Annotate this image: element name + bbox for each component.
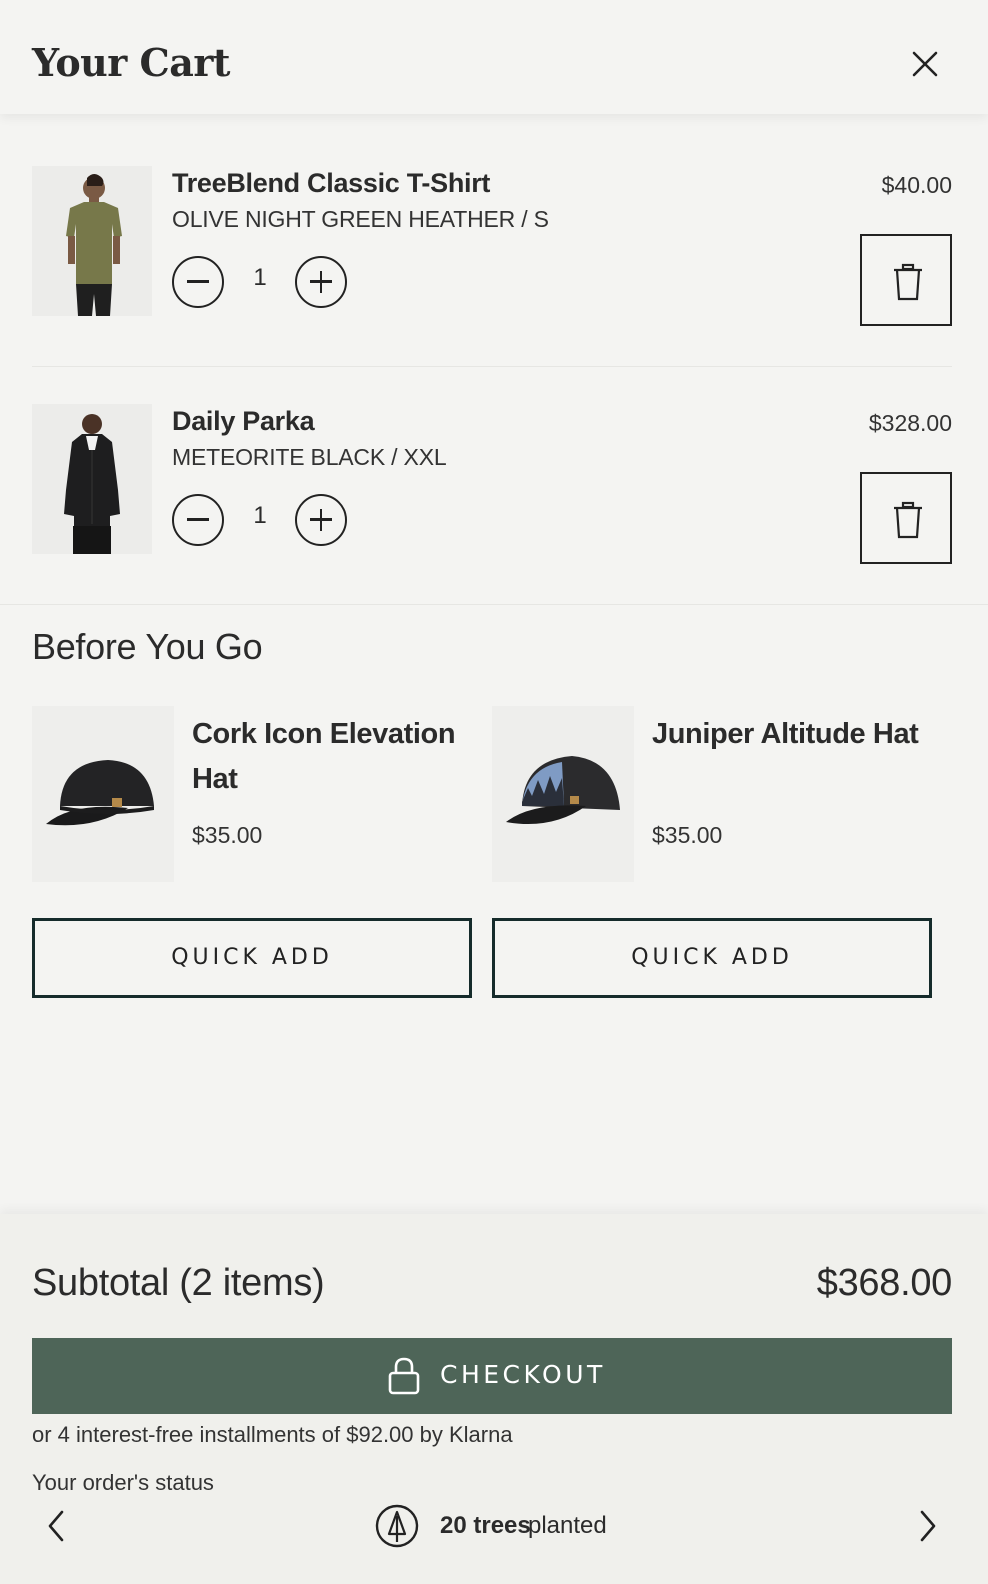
cart-footer: Subtotal (2 items) $368.00 CHECKOUT or 4… xyxy=(0,1214,988,1584)
order-status-label: Your order's status xyxy=(32,1470,214,1495)
item-variant: OLIVE NIGHT GREEN HEATHER / S xyxy=(172,206,549,232)
remove-item-button[interactable] xyxy=(860,472,952,564)
close-button[interactable] xyxy=(905,44,945,84)
checkout-button[interactable]: CHECKOUT xyxy=(32,1338,952,1414)
next-status-button[interactable] xyxy=(906,1504,946,1548)
subtotal-value: $368.00 xyxy=(816,1262,953,1304)
section-divider xyxy=(0,604,988,605)
klarna-installments-text: or 4 interest-free installments of $92.0… xyxy=(32,1422,513,1447)
lock-icon xyxy=(388,1357,420,1395)
item-name[interactable]: Daily Parka xyxy=(172,406,315,437)
cart-item: Daily Parka METEORITE BLACK / XXL $328.0… xyxy=(0,388,988,624)
item-price: $328.00 xyxy=(868,410,952,436)
recommendations-title: Before You Go xyxy=(32,626,263,667)
increase-quantity-button[interactable] xyxy=(295,494,347,546)
decrease-quantity-button[interactable] xyxy=(172,494,224,546)
previous-status-button[interactable] xyxy=(38,1504,78,1548)
recommendation-card: Juniper Altitude Hat $35.00 xyxy=(492,706,932,882)
decrease-quantity-button[interactable] xyxy=(172,256,224,308)
cart-item: TreeBlend Classic T-Shirt OLIVE NIGHT GR… xyxy=(0,150,988,386)
item-name[interactable]: TreeBlend Classic T-Shirt xyxy=(172,168,490,199)
item-divider xyxy=(32,366,952,367)
recommendation-price: $35.00 xyxy=(652,822,723,848)
recommendation-price: $35.00 xyxy=(192,822,263,848)
trash-icon xyxy=(894,263,922,301)
tree-icon xyxy=(375,1504,419,1548)
quantity-value: 1 xyxy=(253,264,267,291)
checkout-label: CHECKOUT xyxy=(440,1360,606,1389)
recommendation-card: Cork Icon Elevation Hat $35.00 xyxy=(32,706,472,882)
remove-item-button[interactable] xyxy=(860,234,952,326)
product-image-parka[interactable] xyxy=(32,404,152,554)
recommendation-name[interactable]: Juniper Altitude Hat xyxy=(652,712,922,757)
product-image-trucker-hat[interactable] xyxy=(492,706,634,882)
quick-add-button[interactable]: QUICK ADD xyxy=(492,918,932,998)
recommendation-name[interactable]: Cork Icon Elevation Hat xyxy=(192,712,462,802)
increase-quantity-button[interactable] xyxy=(295,256,347,308)
product-image-black-cap[interactable] xyxy=(32,706,174,882)
chevron-right-icon xyxy=(920,1510,936,1542)
trees-planted-count: 20 trees xyxy=(440,1512,531,1539)
item-price: $40.00 xyxy=(881,172,952,198)
quantity-value: 1 xyxy=(253,502,267,529)
subtotal-label: Subtotal (2 items) xyxy=(32,1262,325,1304)
page-title: Your Cart xyxy=(32,40,231,85)
chevron-left-icon xyxy=(48,1510,64,1542)
product-image-t-shirt[interactable] xyxy=(32,166,152,316)
quick-add-button[interactable]: QUICK ADD xyxy=(32,918,472,998)
trash-icon xyxy=(894,501,922,539)
cart-header: Your Cart xyxy=(0,0,988,114)
close-icon xyxy=(912,51,938,77)
item-variant: METEORITE BLACK / XXL xyxy=(172,444,447,470)
trees-planted-label: planted xyxy=(528,1512,607,1539)
